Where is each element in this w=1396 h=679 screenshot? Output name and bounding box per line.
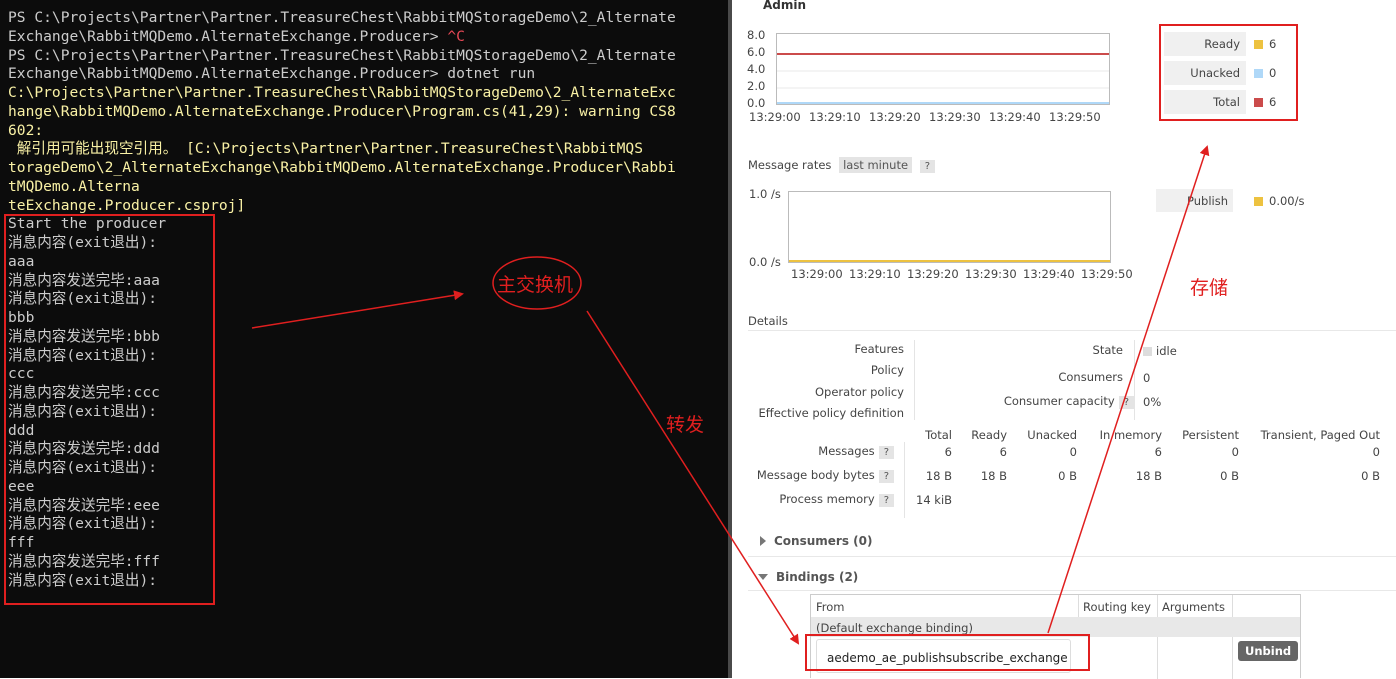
annotation-overlay bbox=[251, 145, 1210, 645]
annotation-store: 存储 bbox=[1190, 277, 1229, 299]
annotation-forward: 转发 bbox=[666, 414, 705, 436]
annotation-main-exchange: 主交换机 bbox=[497, 274, 574, 296]
annotation-arrow-to-main-exchange bbox=[251, 290, 464, 329]
annotation-arrow-store bbox=[1047, 145, 1210, 634]
annotation-arrow-forward bbox=[586, 310, 800, 645]
